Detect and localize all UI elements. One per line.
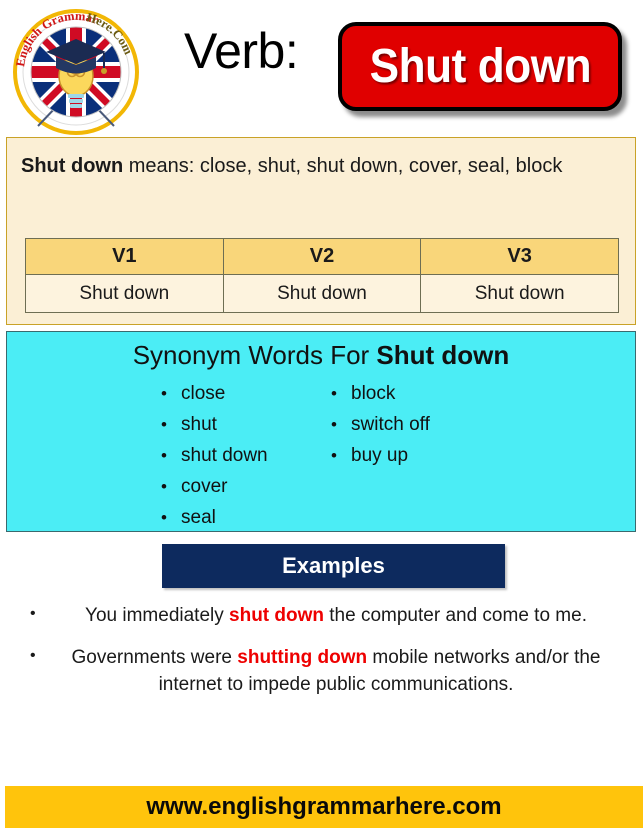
verb-word: Shut down	[369, 40, 591, 93]
examples-banner-label: Examples	[282, 553, 385, 578]
table-row: Shut down Shut down Shut down	[25, 274, 619, 313]
synonyms-title: Synonym Words For Shut down	[7, 340, 635, 371]
example-1-before: You immediately	[85, 605, 230, 626]
list-item: shut down	[157, 440, 317, 471]
verb-word-box: Shut down	[338, 22, 622, 111]
english-grammar-here-logo: English Grammar Here.Com	[8, 6, 144, 136]
synonyms-column-left: close shut shut down cover seal	[157, 378, 317, 533]
footer-bar: www.englishgrammarhere.com	[5, 786, 643, 828]
example-1-after: the computer and come to me.	[324, 605, 587, 626]
example-item-1: You immediately shut down the computer a…	[18, 602, 628, 630]
synonyms-panel: Synonym Words For Shut down close shut s…	[6, 331, 637, 533]
examples-list: You immediately shut down the computer a…	[18, 602, 628, 713]
table-cell-v3: Shut down	[420, 274, 619, 313]
list-item: buy up	[327, 440, 487, 471]
example-1-highlight: shut down	[229, 605, 324, 626]
synonyms-title-term: Shut down	[376, 340, 510, 370]
definition-panel: Shut down means: close, shut, shut down,…	[6, 137, 636, 325]
table-header-v3: V3	[420, 238, 619, 275]
examples-banner: Examples	[162, 544, 505, 588]
verb-forms-table: V1 V2 V3 Shut down Shut down Shut down	[25, 238, 619, 313]
table-header-row: V1 V2 V3	[25, 238, 619, 275]
example-2-before: Governments were	[71, 646, 238, 668]
table-cell-v2: Shut down	[222, 274, 422, 313]
synonyms-columns: close shut shut down cover seal block sw…	[7, 378, 637, 533]
example-2-highlight: shutting down	[237, 646, 368, 668]
list-item: seal	[157, 502, 317, 533]
list-item: close	[157, 378, 317, 409]
definition-connector: means:	[123, 155, 200, 177]
list-item: switch off	[327, 409, 487, 440]
table-cell-v1: Shut down	[25, 274, 224, 313]
definition-text: Shut down means: close, shut, shut down,…	[21, 152, 617, 181]
definition-term: Shut down	[21, 155, 124, 177]
table-header-v2: V2	[222, 238, 422, 275]
synonyms-title-prefix: Synonym Words For	[132, 340, 377, 370]
table-header-v1: V1	[25, 238, 224, 275]
list-item: cover	[157, 471, 317, 502]
verb-label: Verb:	[184, 23, 299, 79]
synonyms-column-right: block switch off buy up	[327, 378, 487, 533]
page-header: English Grammar Here.Com Verb: Shut down	[0, 0, 643, 136]
list-item: block	[327, 378, 487, 409]
definition-meanings: close, shut, shut down, cover, seal, blo…	[199, 155, 563, 177]
list-item: shut	[157, 409, 317, 440]
footer-url: www.englishgrammarhere.com	[146, 793, 502, 820]
example-item-2: Governments were shutting down mobile ne…	[18, 644, 628, 699]
